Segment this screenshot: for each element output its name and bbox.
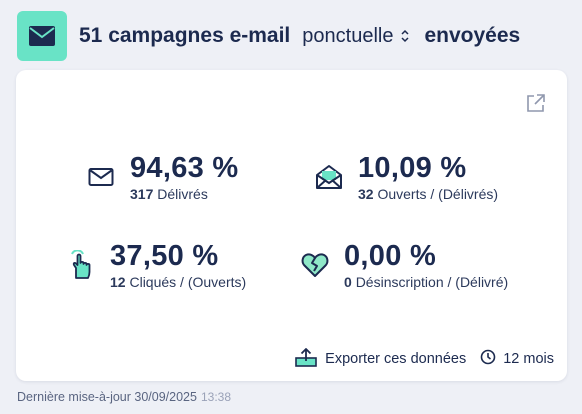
page-title-suffix: envoyées xyxy=(424,24,521,47)
stat-label: Désinscription / (Délivré) xyxy=(355,274,509,290)
stat-value: 0,00 % xyxy=(344,240,437,272)
mail-icon xyxy=(17,11,67,61)
stat-value: 37,50 % xyxy=(110,240,219,272)
last-update-label: Dernière mise-à-jour 30/09/2025 xyxy=(17,390,197,404)
stat-count: 317 xyxy=(130,186,154,202)
export-label: Exporter ces données xyxy=(325,351,467,367)
external-link-icon[interactable] xyxy=(525,92,547,114)
broken-heart-icon xyxy=(300,250,330,280)
card-footer-actions: Exporter ces données 12 mois xyxy=(295,347,554,371)
period-selector[interactable]: 12 mois xyxy=(480,349,554,369)
stat-clicked: 37,50 % 12 Cliqués / (Ouverts) xyxy=(66,240,246,290)
campaign-type-select[interactable]: ponctuelle xyxy=(302,25,410,48)
open-envelope-icon xyxy=(314,162,344,192)
stat-delivered: 94,63 % 317 Délivrés xyxy=(86,152,239,202)
envelope-icon xyxy=(86,162,116,192)
stat-label: Ouverts / (Délivrés) xyxy=(377,186,499,202)
stat-unsubscribed: 0,00 % 0 Désinscription / (Délivré) xyxy=(300,240,508,290)
stat-value: 10,09 % xyxy=(358,152,467,184)
last-update-time: 13:38 xyxy=(200,390,231,404)
stat-count: 0 xyxy=(344,274,352,290)
last-update: Dernière mise-à-jour 30/09/2025 13:38 xyxy=(17,390,231,404)
campaign-type-value: ponctuelle xyxy=(302,24,394,47)
stat-opened: 10,09 % 32 Ouverts / (Délivrés) xyxy=(314,152,498,202)
stat-label: Cliqués / (Ouverts) xyxy=(129,274,247,290)
pointer-hand-icon xyxy=(66,250,96,280)
export-icon xyxy=(295,347,317,371)
stat-label: Délivrés xyxy=(157,186,208,202)
stat-value: 94,63 % xyxy=(130,152,239,184)
chevron-updown-icon xyxy=(400,28,410,44)
stats-card: 94,63 % 317 Délivrés 10,09 % 32 Ouverts … xyxy=(16,70,567,381)
export-button[interactable]: Exporter ces données xyxy=(295,347,466,371)
stat-count: 12 xyxy=(110,274,126,290)
stat-count: 32 xyxy=(358,186,374,202)
clock-icon xyxy=(480,349,496,369)
period-label: 12 mois xyxy=(503,351,554,367)
header: 51 campagnes e-mail ponctuelle envoyées xyxy=(17,11,572,61)
page-title: 51 campagnes e-mail xyxy=(79,24,291,47)
